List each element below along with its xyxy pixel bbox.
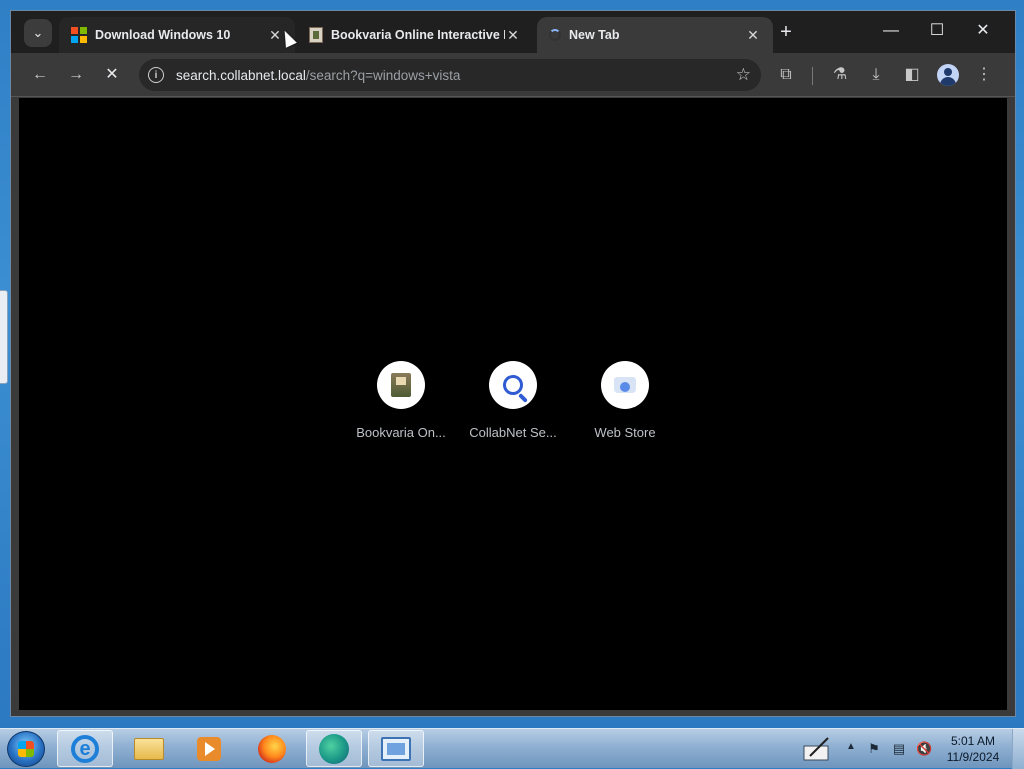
volume-muted-icon[interactable]: 🔇	[916, 741, 932, 757]
url-text[interactable]: search.collabnet.local/search?q=windows+…	[176, 68, 460, 83]
shortcut-tile	[489, 361, 537, 409]
new-tab-button[interactable]: +	[774, 21, 798, 45]
labs-button[interactable]: ⚗	[827, 62, 853, 88]
close-window-button[interactable]: ✕	[963, 19, 1003, 45]
tab-title: New Tab	[569, 28, 620, 42]
microsoft-logo-icon	[71, 27, 87, 43]
loading-spinner-icon	[549, 29, 561, 41]
show-desktop-button[interactable]	[1012, 729, 1024, 769]
taskbar-edge[interactable]	[306, 730, 362, 767]
ie-icon: e	[71, 734, 99, 763]
shortcut-web-store[interactable]: Web Store	[569, 361, 681, 440]
bookvaria-favicon	[309, 27, 323, 43]
side-panel-icon: ◧	[904, 66, 920, 83]
more-vert-icon: ⋮	[976, 66, 992, 83]
taskbar-remote-desktop[interactable]	[368, 730, 424, 767]
system-clock[interactable]: 5:01 AM 11/9/2024	[940, 733, 1006, 765]
new-tab-page: Bookvaria On... CollabNet Se... Web Stor…	[19, 98, 1007, 710]
tab-bookvaria[interactable]: Bookvaria Online Interactive L ✕	[297, 17, 533, 53]
tab-search-button[interactable]: ⌄	[24, 19, 52, 47]
browser-window: ⌄ Download Windows 10 ✕ Bookvaria Online…	[10, 10, 1016, 717]
menu-button[interactable]: ⋮	[971, 62, 997, 88]
close-icon: ✕	[105, 66, 119, 83]
site-info-icon[interactable]: i	[148, 67, 164, 83]
remote-desktop-icon	[381, 736, 411, 761]
shortcut-collabnet-search[interactable]: CollabNet Se...	[457, 361, 569, 440]
puzzle-icon: ⧉	[780, 66, 792, 83]
extensions-button[interactable]: ⧉	[773, 62, 799, 88]
shortcut-label: Web Store	[594, 425, 656, 440]
shortcut-bookvaria[interactable]: Bookvaria On...	[345, 361, 457, 440]
web-store-icon	[614, 377, 636, 393]
folder-icon	[134, 737, 164, 760]
clock-time: 5:01 AM	[950, 734, 996, 748]
taskbar-internet-explorer[interactable]: e	[57, 730, 113, 767]
tab-title: Bookvaria Online Interactive L	[331, 28, 505, 42]
arrow-left-icon: ←	[32, 66, 48, 83]
magnifier-icon	[503, 375, 523, 395]
minimize-button[interactable]: —	[871, 19, 911, 45]
tab-download-windows[interactable]: Download Windows 10 ✕	[59, 17, 295, 53]
download-icon: ⤓	[872, 66, 880, 83]
shortcut-label: CollabNet Se...	[469, 425, 557, 440]
taskbar-firefox[interactable]	[244, 730, 300, 767]
shortcut-label: Bookvaria On...	[356, 425, 446, 440]
profile-avatar[interactable]	[937, 64, 959, 86]
toolbar: ← → ✕ i search.collabnet.local/search?q=…	[11, 53, 1015, 97]
clock-date: 11/9/2024	[946, 750, 1000, 764]
back-button[interactable]: ←	[27, 62, 53, 88]
tab-title: Download Windows 10	[95, 28, 231, 42]
media-player-icon	[197, 736, 221, 761]
taskbar-media-player[interactable]	[181, 730, 237, 767]
firefox-icon	[258, 734, 286, 763]
arrow-right-icon: →	[68, 66, 84, 83]
bookmark-star-icon[interactable]: ☆	[736, 65, 751, 85]
shortcut-tile	[601, 361, 649, 409]
desktop-gadget-edge	[0, 290, 8, 384]
url-host: search.collabnet.local	[176, 67, 306, 83]
forward-button[interactable]: →	[63, 62, 89, 88]
network-icon[interactable]: ▤	[891, 741, 907, 757]
start-button[interactable]	[7, 731, 45, 767]
stop-loading-button[interactable]: ✕	[99, 62, 125, 88]
close-icon[interactable]: ✕	[745, 27, 761, 44]
downloads-button[interactable]: ⤓	[863, 62, 889, 88]
show-hidden-icons-button[interactable]: ▲	[846, 741, 856, 752]
tablet-input-icon[interactable]	[802, 736, 832, 762]
tab-new-tab[interactable]: New Tab ✕	[537, 17, 773, 53]
chevron-down-icon: ⌄	[32, 25, 44, 40]
side-panel-button[interactable]: ◧	[899, 62, 925, 88]
shortcut-tile	[377, 361, 425, 409]
edge-icon	[319, 733, 349, 764]
taskbar-windows-explorer[interactable]	[121, 730, 177, 767]
action-center-flag-icon[interactable]: ⚑	[866, 741, 882, 757]
toolbar-divider	[812, 67, 813, 85]
flask-icon: ⚗	[832, 66, 848, 83]
maximize-button[interactable]: ☐	[917, 19, 957, 45]
url-path: /search?q=windows+vista	[305, 67, 461, 83]
tab-strip: ⌄ Download Windows 10 ✕ Bookvaria Online…	[11, 11, 1015, 53]
address-bar[interactable]: i search.collabnet.local/search?q=window…	[139, 59, 761, 91]
taskbar: e ▲ ⚑ ▤ 🔇 5:01 AM 11/9/2024	[0, 728, 1024, 769]
close-icon[interactable]: ✕	[505, 27, 521, 44]
bookvaria-icon	[391, 373, 411, 397]
